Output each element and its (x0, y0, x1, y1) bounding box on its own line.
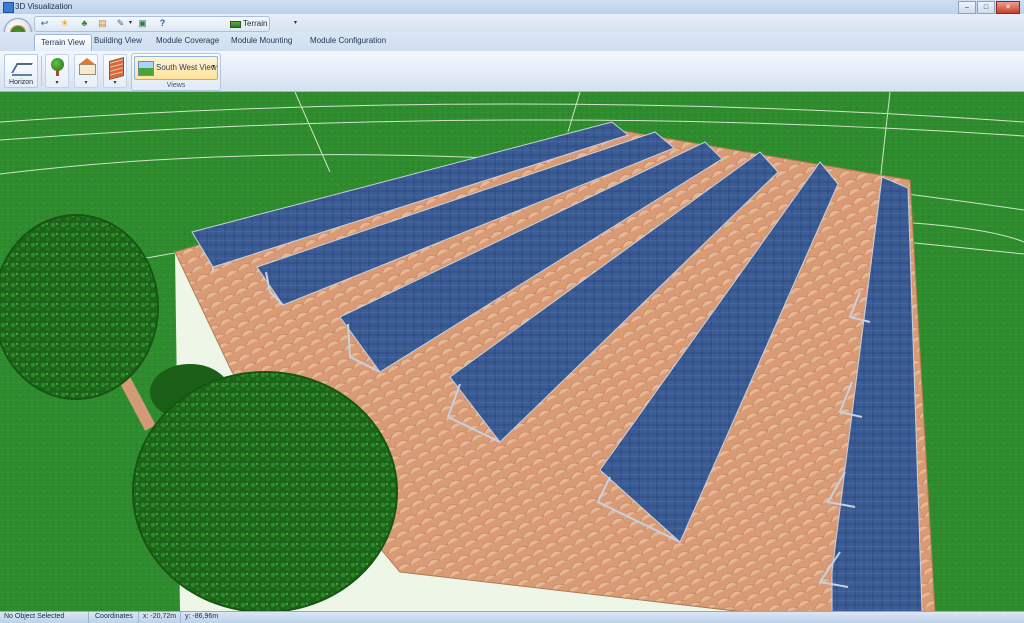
help-icon[interactable]: ? (157, 18, 168, 29)
terrain-select-value: Terrain (243, 19, 268, 28)
horizon-button[interactable]: Horizon (4, 54, 38, 88)
ribbon-tabs: Terrain View Building View Module Covera… (0, 32, 1024, 51)
status-separator (88, 612, 89, 623)
tab-terrain-view[interactable]: Terrain View (34, 34, 92, 51)
tab-building-view[interactable]: Building View (94, 36, 142, 45)
title-bar: 3D Visualization – □ ✕ (0, 0, 1024, 15)
chevron-down-icon: ▾ (84, 80, 88, 86)
tab-module-mounting[interactable]: Module Mounting (231, 36, 292, 45)
pen-dropdown-arrow-icon[interactable]: ▾ (125, 18, 136, 29)
tab-module-coverage[interactable]: Module Coverage (156, 36, 219, 45)
house-body-shape (79, 64, 96, 75)
sun-icon[interactable]: ☀ (59, 18, 70, 29)
maximize-button[interactable]: □ (977, 1, 995, 14)
3d-viewport[interactable] (0, 92, 1024, 612)
coordinates-label: Coordinates (95, 613, 133, 620)
chevron-down-icon: ▾ (211, 64, 215, 70)
ribbon-panel: Horizon ▾ ▾ ▾ South West View ▾ Views (0, 51, 1024, 92)
save-icon[interactable]: ▤ (97, 18, 108, 29)
tree-icon[interactable]: ♣ (79, 18, 90, 29)
brick-wall-icon (109, 56, 124, 81)
chevron-down-icon: ▾ (293, 20, 297, 26)
south-west-view-button[interactable]: South West View ▾ (134, 56, 218, 80)
close-button[interactable]: ✕ (996, 1, 1020, 14)
status-separator (180, 612, 181, 623)
horizon-icon (12, 59, 32, 76)
south-west-view-label: South West View (156, 63, 217, 72)
3d-scene[interactable] (0, 92, 1024, 612)
tab-module-configuration[interactable]: Module Configuration (310, 36, 386, 45)
export-icon[interactable]: ▣ (137, 18, 148, 29)
tree-front (132, 371, 398, 612)
minimize-button[interactable]: – (958, 1, 976, 14)
house-dropdown-button[interactable]: ▾ (74, 54, 98, 88)
tree-trunk-shape (56, 70, 59, 76)
window-controls: – □ ✕ (958, 1, 1020, 14)
status-bar: No Object Selected Coordinates x: -20,72… (0, 611, 1024, 623)
undo-icon[interactable]: ↩ (39, 18, 50, 29)
tree-dropdown-button[interactable]: ▾ (45, 54, 69, 88)
ribbon-separator (41, 56, 42, 86)
app-window-icon (3, 2, 14, 13)
selection-status: No Object Selected (4, 613, 65, 620)
terrain-select[interactable]: Terrain ▾ (227, 18, 299, 29)
coordinate-y: y: -86,96m (185, 613, 219, 620)
chevron-down-icon: ▾ (55, 80, 59, 86)
landscape-view-icon (138, 61, 154, 76)
window-title: 3D Visualization (15, 2, 73, 11)
quick-access-toolbar: ↩ ☀ ♣ ▤ ✎ ▾ ▣ ? Terrain ▾ (34, 16, 297, 32)
views-group-label: Views (166, 82, 186, 89)
horizon-label: Horizon (8, 79, 34, 86)
wall-dropdown-button[interactable]: ▾ (103, 54, 127, 88)
coordinate-x: x: -20,72m (143, 613, 177, 620)
status-separator (138, 612, 139, 623)
chevron-down-icon: ▾ (113, 80, 117, 86)
views-group: South West View ▾ Views (131, 53, 221, 91)
terrain-swatch-icon (230, 21, 241, 28)
